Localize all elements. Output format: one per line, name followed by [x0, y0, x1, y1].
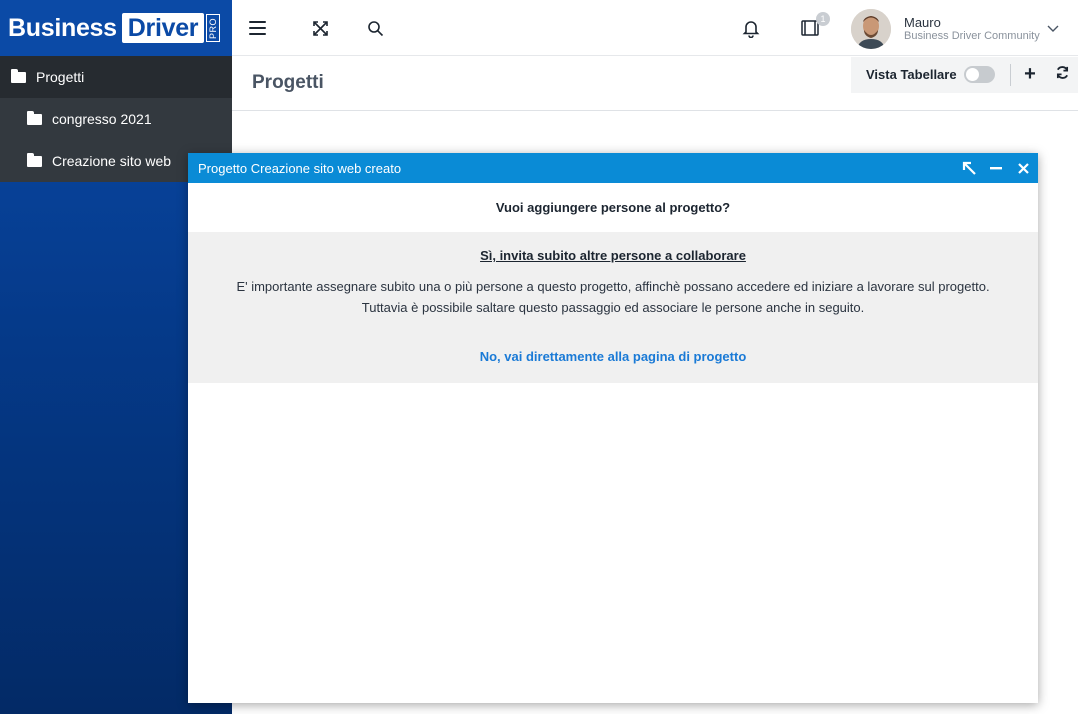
page-title: Progetti [252, 72, 324, 93]
folder-icon [11, 68, 26, 83]
dialog-explanation-line1: E' importante assegnare subito una o più… [236, 279, 990, 294]
notification-badge: 1 [816, 12, 830, 26]
header-divider [232, 110, 1078, 111]
add-project-button[interactable]: + [1020, 63, 1040, 86]
chevron-down-icon[interactable] [1047, 20, 1059, 38]
top-bar: 1 Mauro Business Driver Community [232, 0, 1078, 56]
menu-icon[interactable] [245, 16, 269, 40]
refresh-icon[interactable] [1055, 65, 1070, 85]
bell-icon[interactable] [739, 16, 763, 40]
invite-people-link[interactable]: Sì, invita subito altre persone a collab… [188, 248, 1038, 263]
user-community: Business Driver Community [904, 30, 1040, 42]
dialog-explanation-line2: Tuttavia è possibile saltare questo pass… [361, 300, 865, 315]
sidebar-item-progetti[interactable]: Progetti [0, 56, 232, 98]
brand-word-driver: Driver [121, 13, 205, 43]
expand-icon[interactable] [959, 158, 979, 178]
minimize-icon[interactable] [986, 158, 1006, 178]
brand-pro-badge: PRO [206, 14, 221, 42]
dialog-question: Vuoi aggiungere persone al progetto? [495, 200, 731, 215]
vista-tabellare-toggle[interactable] [964, 66, 995, 83]
sidebar-item-label: Progetti [36, 69, 85, 85]
project-created-dialog: Progetto Creazione sito web creato Vuoi … [188, 153, 1038, 703]
sidebar-item-label: congresso 2021 [52, 111, 152, 127]
user-name[interactable]: Mauro [904, 15, 941, 30]
sidebar-item-label: Creazione sito web [52, 153, 172, 169]
go-to-project-link[interactable]: No, vai direttamente alla pagina di prog… [188, 349, 1038, 364]
sidebar-item-congresso-2021[interactable]: congresso 2021 [0, 98, 232, 140]
close-icon[interactable] [1013, 158, 1033, 178]
dialog-titlebar[interactable]: Progetto Creazione sito web creato [188, 153, 1038, 183]
dialog-options-panel: Sì, invita subito altre persone a collab… [188, 232, 1038, 383]
brand-word-business: Business [8, 13, 117, 42]
folder-icon [27, 110, 42, 125]
fullscreen-icon[interactable] [308, 16, 332, 40]
toolbar-divider [1010, 64, 1011, 86]
folder-icon [27, 152, 42, 167]
page-toolbar: Vista Tabellare + [851, 57, 1078, 93]
avatar[interactable] [851, 9, 891, 49]
brand-logo[interactable]: Business Driver PRO [0, 0, 232, 56]
vista-tabellare-label: Vista Tabellare [866, 67, 957, 82]
dialog-title: Progetto Creazione sito web creato [198, 161, 402, 176]
search-icon[interactable] [363, 16, 387, 40]
